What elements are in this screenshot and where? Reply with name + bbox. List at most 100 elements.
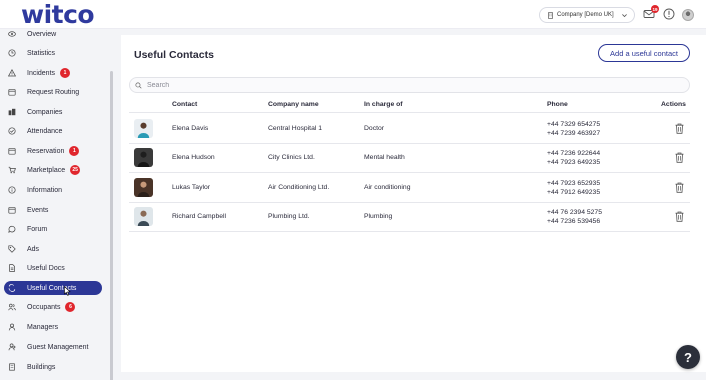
contact-name: Elena Davis [172,125,209,132]
search-icon [135,81,142,89]
document-icon [9,264,15,272]
sidebar-item-buildings[interactable]: Buildings [4,360,102,374]
contact-phones: +44 7329 654275 +44 7239 463927 [547,121,600,138]
calendar-icon [8,207,16,214]
sidebar-item-forum[interactable]: Forum [4,222,102,236]
cart-icon [8,166,16,174]
guest-icon [8,343,16,351]
sidebar-item-incidents[interactable]: Incidents 1 [4,66,102,80]
column-header-phone[interactable]: Phone [547,101,568,108]
user-avatar[interactable] [682,9,694,21]
sidebar-item-marketplace[interactable]: Marketplace 25 [4,163,102,177]
contact-photo [134,119,153,138]
sidebar-item-statistics[interactable]: Statistics [4,46,102,60]
sidebar-item-useful-docs[interactable]: Useful Docs [4,261,102,275]
contact-phone-2: +44 7239 463927 [547,129,601,137]
sidebar-item-label: Request Routing [27,88,80,96]
table-row[interactable]: Elena Davis Central Hospital 1 Doctor +4… [129,114,690,144]
contact-phone-2: +44 7912 649235 [547,188,601,196]
contact-company: Plumbing Ltd. [268,213,310,220]
marketplace-badge: 25 [70,165,81,175]
company-select-value: Company [Demo UK] [557,12,614,18]
witco-logo[interactable]: witco [21,0,95,29]
search-bar[interactable] [129,77,690,93]
sidebar-item-overview[interactable]: Overview [4,27,102,41]
sidebar-item-occupants[interactable]: Occupants 6 [4,300,102,314]
sidebar-item-useful-contacts[interactable]: Useful Contacts [4,281,102,295]
delete-icon[interactable] [675,211,684,222]
sidebar-item-information[interactable]: Information [4,183,102,197]
contact-name: Elena Hudson [172,154,215,161]
sidebar-item-ads[interactable]: Ads [4,242,102,256]
table-header: Contact Company name In charge of Phone … [129,99,690,113]
sidebar-item-request-routing[interactable]: Request Routing [4,85,102,99]
column-header-in-charge[interactable]: In charge of [364,101,403,108]
sidebar-item-label: Useful Docs [27,264,65,272]
calendar-icon [8,89,16,96]
contact-in-charge: Mental health [364,154,405,161]
delete-icon[interactable] [675,182,684,193]
table-row[interactable]: Lukas Taylor Air Conditioning Ltd. Air c… [129,173,690,203]
page-title: Useful Contacts [134,49,214,61]
contact-phones: +44 7923 652935 +44 7912 649235 [547,180,600,197]
sidebar: Overview Statistics Incidents 1 Request … [0,29,113,380]
sidebar-item-label: Marketplace [27,166,66,174]
main-panel: Useful Contacts Add a useful contact Con… [121,35,706,372]
contact-phone-2: +44 7923 649235 [547,158,601,166]
reservation-badge: 1 [69,146,80,156]
column-header-contact[interactable]: Contact [172,101,197,108]
help-button[interactable]: ? [676,345,700,369]
info-icon [8,186,16,194]
contact-photo [134,178,153,197]
sidebar-item-companies[interactable]: Companies [4,105,102,119]
sidebar-item-label: Statistics [27,49,56,57]
building-icon [548,11,553,19]
info-icon[interactable] [663,8,675,20]
contact-company: Central Hospital 1 [268,125,323,132]
contact-phone-2: +44 7236 539456 [547,217,601,225]
calendar-icon [8,148,16,155]
column-header-company[interactable]: Company name [268,101,319,108]
sidebar-item-label: Attendance [27,127,63,135]
contact-phones: +44 76 2394 5275 +44 7236 539456 [547,209,602,226]
contact-photo [134,148,153,167]
user-icon [8,323,16,331]
contact-phone-1: +44 76 2394 5275 [547,209,602,216]
contact-name: Richard Campbell [172,213,227,220]
sidebar-item-reservation[interactable]: Reservation 1 [4,144,102,158]
contact-phone-1: +44 7923 652935 [547,180,601,187]
sidebar-item-label: Guest Management [27,343,89,351]
sidebar-item-label: Information [27,186,63,194]
sidebar-item-label: Ads [27,245,40,253]
contact-phones: +44 7236 922644 +44 7923 649235 [547,150,600,167]
company-select[interactable]: Company [Demo UK] [539,7,635,23]
table-row[interactable]: Richard Campbell Plumbing Ltd. Plumbing … [129,202,690,232]
table-row[interactable]: Elena Hudson City Clinics Ltd. Mental he… [129,143,690,173]
contact-in-charge: Air conditioning [364,184,411,191]
sidebar-item-events[interactable]: Events [4,203,102,217]
contact-company: Air Conditioning Ltd. [268,184,330,191]
sidebar-item-managers[interactable]: Managers [4,320,102,334]
sidebar-item-label: Reservation [27,147,65,155]
delete-icon[interactable] [675,123,684,134]
contact-photo [134,207,153,226]
contact-name: Lukas Taylor [172,184,211,191]
mouse-cursor-icon [64,286,71,296]
occupants-badge: 6 [65,302,76,312]
sidebar-item-label: Companies [27,108,63,116]
sidebar-item-guest-management[interactable]: Guest Management [4,340,102,354]
users-icon [8,303,16,311]
search-input[interactable] [147,81,667,89]
sidebar-item-label: Buildings [27,363,56,371]
companies-icon [8,108,16,116]
sidebar-item-attendance[interactable]: Attendance [4,124,102,138]
chevron-down-icon [622,14,627,18]
top-bar: witco Company [Demo UK] 19 [0,0,706,29]
clock-icon [8,49,16,57]
add-useful-contact-button[interactable]: Add a useful contact [598,44,690,62]
sidebar-scrollbar[interactable] [110,71,113,380]
delete-icon[interactable] [675,152,684,163]
contact-in-charge: Plumbing [364,213,393,220]
column-header-actions: Actions [661,101,686,108]
warning-icon [8,69,16,77]
